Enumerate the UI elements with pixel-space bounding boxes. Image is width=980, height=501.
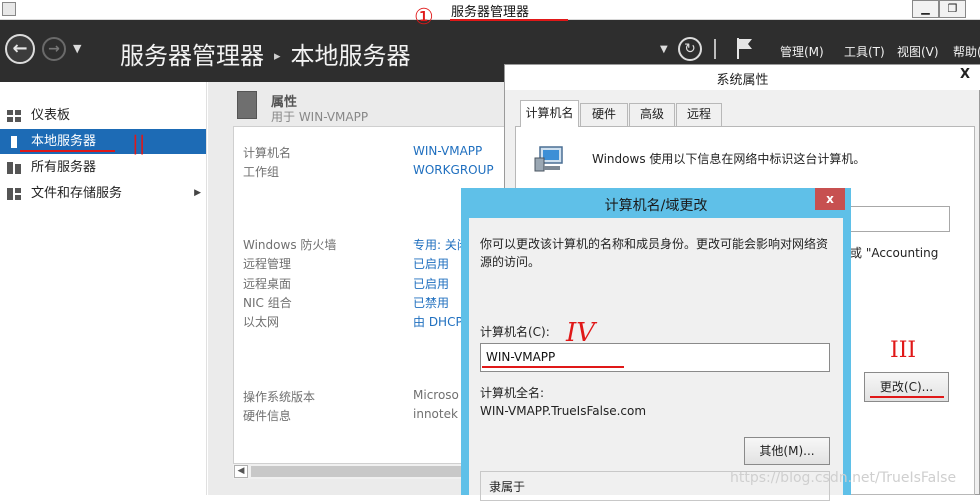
example-text: 或 "Accounting (850, 246, 939, 260)
tab-remote[interactable]: 远程 (676, 103, 722, 126)
prop-value-remote-desktop[interactable]: 已启用 (413, 275, 449, 292)
breadcrumb: 服务器管理器 ▸ 本地服务器 (120, 36, 411, 71)
prop-value-workgroup[interactable]: WORKGROUP (413, 163, 494, 177)
minimize-button[interactable]: ▁ (912, 0, 939, 18)
server-icon (11, 136, 17, 148)
notifications-flag-icon[interactable] (736, 37, 754, 59)
annotation-underline-change (870, 396, 944, 398)
storage-icon (7, 188, 21, 200)
sidebar: 仪表板 本地服务器 所有服务器 文件和存储服务 ▶ (0, 82, 207, 495)
annotation-underline-title (450, 19, 568, 21)
sidebar-item-file-storage[interactable]: 文件和存储服务 ▶ (0, 181, 206, 206)
tab-advanced[interactable]: 高级 (629, 103, 675, 126)
system-properties-title: 系统属性 (716, 73, 769, 88)
sidebar-item-all-servers[interactable]: 所有服务器 (0, 155, 206, 180)
prop-label-ethernet: 以太网 (243, 315, 280, 329)
dialog-frame-left (461, 218, 469, 495)
scroll-left-icon[interactable]: ◀ (234, 465, 248, 478)
forward-arrow-icon[interactable]: → (42, 37, 66, 61)
computer-icon (534, 146, 563, 172)
nav-history-dropdown-icon[interactable]: ▼ (73, 42, 81, 55)
expand-arrow-icon[interactable]: ▶ (194, 181, 201, 206)
properties-server-icon (237, 91, 257, 119)
annotation-underline-name (482, 366, 624, 368)
servers-icon (7, 162, 21, 174)
prop-label-remote-desktop: 远程桌面 (243, 277, 292, 291)
annotation-step-4: IV (566, 318, 596, 348)
sidebar-item-label: 所有服务器 (31, 160, 97, 175)
window-titlebar: 服务器管理器 ▁ ❐ (0, 0, 980, 20)
refresh-dropdown-icon[interactable]: ▼ (660, 44, 668, 55)
prop-value-computer-name[interactable]: WIN-VMAPP (413, 144, 482, 158)
prop-value-os-version: Microso (413, 388, 459, 402)
computer-name-label: 计算机名(C): (480, 325, 550, 339)
dialog-title: 计算机名/域更改 (604, 198, 708, 214)
menu-manage[interactable]: 管理(M) (780, 43, 824, 60)
prop-value-hardware: innotek (413, 407, 458, 421)
dashboard-icon (7, 110, 21, 122)
refresh-icon[interactable]: ↻ (678, 37, 702, 61)
back-arrow-icon[interactable]: ← (5, 34, 35, 64)
member-of-label: 隶属于 (486, 478, 529, 495)
window-title: 服务器管理器 (450, 5, 529, 20)
annotation-step-1: ① (414, 5, 434, 30)
computer-identification-text: Windows 使用以下信息在网络中标识这台计算机。 (592, 152, 866, 166)
sidebar-item-label: 仪表板 (31, 108, 71, 123)
annotation-step-2: || (132, 131, 146, 155)
breadcrumb-root[interactable]: 服务器管理器 (120, 42, 264, 70)
tab-hardware[interactable]: 硬件 (580, 103, 628, 126)
dialog-description: 你可以更改该计算机的名称和成员身份。更改可能会影响对网络资源的访问。 (480, 237, 829, 269)
full-computer-name-value: WIN-VMAPP.TrueIsFalse.com (480, 404, 647, 418)
annotation-step-3: III (890, 338, 917, 363)
prop-label-nic-teaming: NIC 组合 (243, 296, 292, 310)
sidebar-item-dashboard[interactable]: 仪表板 (0, 103, 206, 128)
prop-value-remote-management[interactable]: 已启用 (413, 255, 449, 272)
menu-help[interactable]: 帮助( (953, 43, 980, 60)
properties-subtitle: 用于 WIN-VMAPP (271, 110, 369, 124)
sidebar-item-label: 文件和存储服务 (31, 186, 123, 201)
header-divider (714, 39, 716, 59)
prop-value-ethernet[interactable]: 由 DHCP (413, 313, 463, 330)
prop-value-nic-teaming[interactable]: 已禁用 (413, 294, 449, 311)
breadcrumb-separator-icon: ▸ (274, 49, 281, 64)
dialog-close-icon[interactable]: x (815, 188, 845, 210)
menu-view[interactable]: 视图(V) (897, 43, 939, 60)
more-button[interactable]: 其他(M)... (744, 437, 830, 465)
scrollbar-thumb[interactable] (251, 466, 471, 477)
menu-tools[interactable]: 工具(T) (844, 43, 885, 60)
prop-label-hardware: 硬件信息 (243, 409, 292, 423)
dialog-frame-right (843, 218, 851, 495)
breadcrumb-current: 本地服务器 (290, 42, 411, 70)
annotation-underline-sidebar (20, 150, 115, 152)
sidebar-item-label: 本地服务器 (31, 134, 97, 149)
prop-label-computer-name: 计算机名 (243, 146, 292, 160)
full-computer-name-label: 计算机全名: (480, 386, 545, 400)
tab-computer-name[interactable]: 计算机名 (520, 100, 579, 127)
prop-label-remote-management: 远程管理 (243, 257, 292, 271)
maximize-button[interactable]: ❐ (939, 0, 966, 18)
prop-label-os-version: 操作系统版本 (243, 390, 316, 404)
watermark: https://blog.csdn.net/TrueIsFalse (730, 470, 957, 486)
system-properties-close-icon[interactable]: X (950, 65, 980, 85)
prop-label-firewall: Windows 防火墙 (243, 238, 337, 252)
prop-label-workgroup: 工作组 (243, 165, 280, 179)
computer-description-field[interactable] (850, 206, 950, 232)
